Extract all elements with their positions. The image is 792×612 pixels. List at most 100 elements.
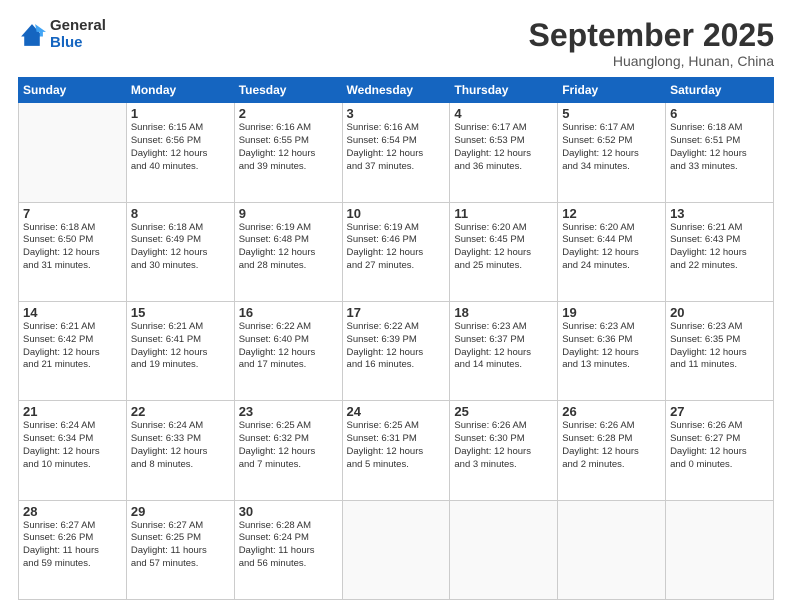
day-cell: 3Sunrise: 6:16 AM Sunset: 6:54 PM Daylig… <box>342 103 450 202</box>
day-cell: 24Sunrise: 6:25 AM Sunset: 6:31 PM Dayli… <box>342 401 450 500</box>
day-info: Sunrise: 6:21 AM Sunset: 6:42 PM Dayligh… <box>23 321 122 372</box>
calendar: Sunday Monday Tuesday Wednesday Thursday… <box>18 77 774 600</box>
day-info: Sunrise: 6:24 AM Sunset: 6:33 PM Dayligh… <box>131 420 230 471</box>
day-info: Sunrise: 6:18 AM Sunset: 6:51 PM Dayligh… <box>670 122 769 173</box>
day-number: 14 <box>23 305 122 320</box>
day-cell: 23Sunrise: 6:25 AM Sunset: 6:32 PM Dayli… <box>234 401 342 500</box>
day-cell <box>19 103 127 202</box>
day-cell: 9Sunrise: 6:19 AM Sunset: 6:48 PM Daylig… <box>234 202 342 301</box>
day-number: 29 <box>131 504 230 519</box>
header: General Blue September 2025 Huanglong, H… <box>18 18 774 69</box>
day-cell: 1Sunrise: 6:15 AM Sunset: 6:56 PM Daylig… <box>126 103 234 202</box>
day-number: 3 <box>347 106 446 121</box>
day-number: 1 <box>131 106 230 121</box>
day-number: 9 <box>239 206 338 221</box>
day-number: 21 <box>23 404 122 419</box>
day-number: 2 <box>239 106 338 121</box>
day-number: 16 <box>239 305 338 320</box>
day-number: 28 <box>23 504 122 519</box>
day-info: Sunrise: 6:18 AM Sunset: 6:50 PM Dayligh… <box>23 222 122 273</box>
day-cell: 6Sunrise: 6:18 AM Sunset: 6:51 PM Daylig… <box>666 103 774 202</box>
logo: General Blue <box>18 18 106 51</box>
day-info: Sunrise: 6:27 AM Sunset: 6:26 PM Dayligh… <box>23 520 122 571</box>
day-info: Sunrise: 6:19 AM Sunset: 6:48 PM Dayligh… <box>239 222 338 273</box>
day-cell: 19Sunrise: 6:23 AM Sunset: 6:36 PM Dayli… <box>558 301 666 400</box>
day-cell: 7Sunrise: 6:18 AM Sunset: 6:50 PM Daylig… <box>19 202 127 301</box>
day-info: Sunrise: 6:16 AM Sunset: 6:55 PM Dayligh… <box>239 122 338 173</box>
day-info: Sunrise: 6:26 AM Sunset: 6:30 PM Dayligh… <box>454 420 553 471</box>
day-number: 30 <box>239 504 338 519</box>
col-tuesday: Tuesday <box>234 78 342 103</box>
week-row-3: 21Sunrise: 6:24 AM Sunset: 6:34 PM Dayli… <box>19 401 774 500</box>
day-number: 8 <box>131 206 230 221</box>
day-number: 18 <box>454 305 553 320</box>
col-thursday: Thursday <box>450 78 558 103</box>
day-info: Sunrise: 6:26 AM Sunset: 6:27 PM Dayligh… <box>670 420 769 471</box>
day-number: 27 <box>670 404 769 419</box>
day-info: Sunrise: 6:25 AM Sunset: 6:32 PM Dayligh… <box>239 420 338 471</box>
day-cell <box>558 500 666 599</box>
day-info: Sunrise: 6:22 AM Sunset: 6:39 PM Dayligh… <box>347 321 446 372</box>
day-cell: 17Sunrise: 6:22 AM Sunset: 6:39 PM Dayli… <box>342 301 450 400</box>
col-sunday: Sunday <box>19 78 127 103</box>
day-info: Sunrise: 6:22 AM Sunset: 6:40 PM Dayligh… <box>239 321 338 372</box>
day-cell: 5Sunrise: 6:17 AM Sunset: 6:52 PM Daylig… <box>558 103 666 202</box>
day-info: Sunrise: 6:17 AM Sunset: 6:52 PM Dayligh… <box>562 122 661 173</box>
day-number: 24 <box>347 404 446 419</box>
day-cell <box>666 500 774 599</box>
day-info: Sunrise: 6:16 AM Sunset: 6:54 PM Dayligh… <box>347 122 446 173</box>
week-row-4: 28Sunrise: 6:27 AM Sunset: 6:26 PM Dayli… <box>19 500 774 599</box>
days-header-row: Sunday Monday Tuesday Wednesday Thursday… <box>19 78 774 103</box>
day-info: Sunrise: 6:21 AM Sunset: 6:43 PM Dayligh… <box>670 222 769 273</box>
day-cell: 25Sunrise: 6:26 AM Sunset: 6:30 PM Dayli… <box>450 401 558 500</box>
day-number: 5 <box>562 106 661 121</box>
logo-general: General <box>50 18 106 35</box>
day-number: 17 <box>347 305 446 320</box>
day-info: Sunrise: 6:18 AM Sunset: 6:49 PM Dayligh… <box>131 222 230 273</box>
day-info: Sunrise: 6:23 AM Sunset: 6:37 PM Dayligh… <box>454 321 553 372</box>
day-cell: 22Sunrise: 6:24 AM Sunset: 6:33 PM Dayli… <box>126 401 234 500</box>
day-number: 23 <box>239 404 338 419</box>
day-info: Sunrise: 6:25 AM Sunset: 6:31 PM Dayligh… <box>347 420 446 471</box>
day-cell: 16Sunrise: 6:22 AM Sunset: 6:40 PM Dayli… <box>234 301 342 400</box>
logo-text: General Blue <box>50 18 106 51</box>
day-info: Sunrise: 6:17 AM Sunset: 6:53 PM Dayligh… <box>454 122 553 173</box>
day-number: 10 <box>347 206 446 221</box>
week-row-1: 7Sunrise: 6:18 AM Sunset: 6:50 PM Daylig… <box>19 202 774 301</box>
week-row-0: 1Sunrise: 6:15 AM Sunset: 6:56 PM Daylig… <box>19 103 774 202</box>
location: Huanglong, Hunan, China <box>529 53 774 69</box>
day-number: 20 <box>670 305 769 320</box>
title-block: September 2025 Huanglong, Hunan, China <box>529 18 774 69</box>
day-number: 12 <box>562 206 661 221</box>
logo-blue: Blue <box>50 35 106 52</box>
day-cell: 12Sunrise: 6:20 AM Sunset: 6:44 PM Dayli… <box>558 202 666 301</box>
day-info: Sunrise: 6:24 AM Sunset: 6:34 PM Dayligh… <box>23 420 122 471</box>
day-cell: 27Sunrise: 6:26 AM Sunset: 6:27 PM Dayli… <box>666 401 774 500</box>
col-monday: Monday <box>126 78 234 103</box>
week-row-2: 14Sunrise: 6:21 AM Sunset: 6:42 PM Dayli… <box>19 301 774 400</box>
day-info: Sunrise: 6:21 AM Sunset: 6:41 PM Dayligh… <box>131 321 230 372</box>
day-info: Sunrise: 6:19 AM Sunset: 6:46 PM Dayligh… <box>347 222 446 273</box>
day-info: Sunrise: 6:15 AM Sunset: 6:56 PM Dayligh… <box>131 122 230 173</box>
day-info: Sunrise: 6:27 AM Sunset: 6:25 PM Dayligh… <box>131 520 230 571</box>
day-info: Sunrise: 6:20 AM Sunset: 6:44 PM Dayligh… <box>562 222 661 273</box>
day-number: 7 <box>23 206 122 221</box>
day-cell: 18Sunrise: 6:23 AM Sunset: 6:37 PM Dayli… <box>450 301 558 400</box>
day-cell: 2Sunrise: 6:16 AM Sunset: 6:55 PM Daylig… <box>234 103 342 202</box>
day-cell: 13Sunrise: 6:21 AM Sunset: 6:43 PM Dayli… <box>666 202 774 301</box>
day-cell: 21Sunrise: 6:24 AM Sunset: 6:34 PM Dayli… <box>19 401 127 500</box>
day-info: Sunrise: 6:23 AM Sunset: 6:36 PM Dayligh… <box>562 321 661 372</box>
day-cell: 15Sunrise: 6:21 AM Sunset: 6:41 PM Dayli… <box>126 301 234 400</box>
day-cell: 11Sunrise: 6:20 AM Sunset: 6:45 PM Dayli… <box>450 202 558 301</box>
col-saturday: Saturday <box>666 78 774 103</box>
day-cell: 10Sunrise: 6:19 AM Sunset: 6:46 PM Dayli… <box>342 202 450 301</box>
day-number: 11 <box>454 206 553 221</box>
month-title: September 2025 <box>529 18 774 53</box>
day-number: 22 <box>131 404 230 419</box>
day-cell <box>342 500 450 599</box>
day-info: Sunrise: 6:23 AM Sunset: 6:35 PM Dayligh… <box>670 321 769 372</box>
logo-icon <box>18 21 46 49</box>
col-friday: Friday <box>558 78 666 103</box>
day-cell: 20Sunrise: 6:23 AM Sunset: 6:35 PM Dayli… <box>666 301 774 400</box>
day-number: 26 <box>562 404 661 419</box>
